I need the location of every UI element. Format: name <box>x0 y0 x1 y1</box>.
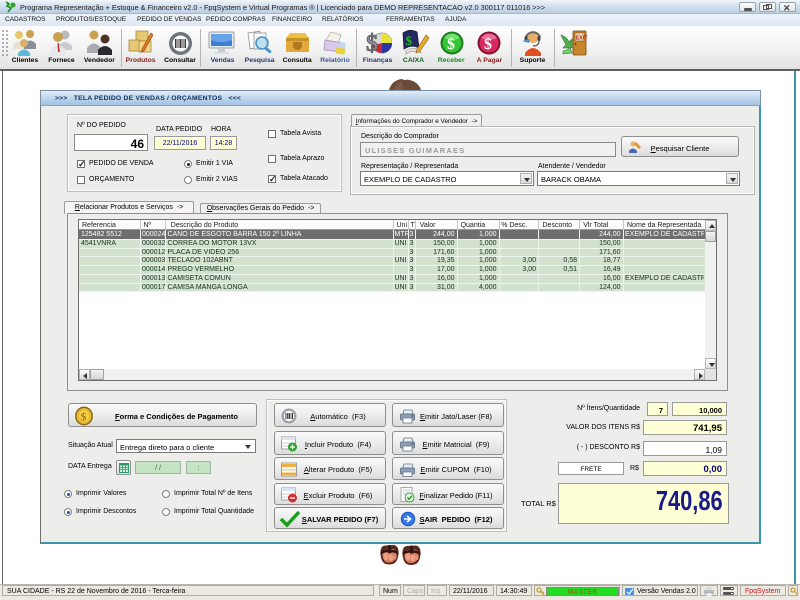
svg-text:$: $ <box>366 31 378 57</box>
svg-text:$: $ <box>447 36 455 53</box>
svg-text:$: $ <box>406 33 413 48</box>
svg-text:$: $ <box>484 36 492 53</box>
svg-text:EXIT: EXIT <box>576 36 589 42</box>
